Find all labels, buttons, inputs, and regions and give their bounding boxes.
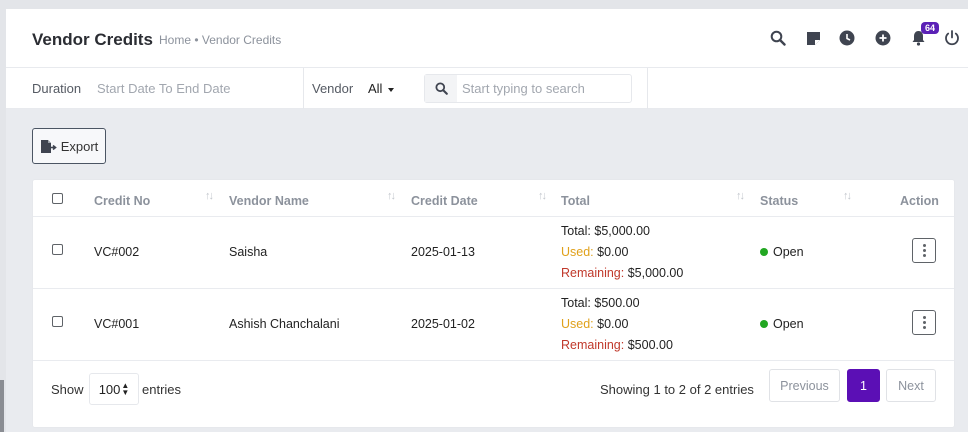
used-value: $0.00 xyxy=(597,317,629,331)
used-label: Used: xyxy=(561,317,594,331)
page-1-button[interactable]: 1 xyxy=(847,369,880,402)
divider xyxy=(33,216,954,217)
vendor-select-value: All xyxy=(368,81,383,96)
credit-date: 2025-01-13 xyxy=(411,245,475,259)
export-button[interactable]: Export xyxy=(32,128,106,164)
top-strip xyxy=(0,0,968,9)
status-badge: Open xyxy=(760,245,804,259)
search-box xyxy=(424,74,632,103)
previous-page-button[interactable]: Previous xyxy=(769,369,840,402)
sort-icon[interactable]: ↑↓ xyxy=(843,190,852,202)
clock-icon[interactable] xyxy=(838,29,856,47)
row-checkbox[interactable] xyxy=(52,244,63,255)
status-text: Open xyxy=(773,245,804,259)
used-label: Used: xyxy=(561,245,594,259)
plus-circle-icon[interactable] xyxy=(874,29,892,47)
duration-label: Duration xyxy=(32,81,82,96)
status-text: Open xyxy=(773,317,804,331)
sort-icon[interactable]: ↑↓ xyxy=(387,190,396,202)
scroll-indicator xyxy=(0,380,4,432)
column-header-credit-date[interactable]: Credit Date xyxy=(411,194,478,208)
remaining-value: $500.00 xyxy=(627,338,673,352)
remaining-label: Remaining: xyxy=(561,338,625,352)
status-dot-icon xyxy=(760,320,768,328)
divider xyxy=(647,68,648,109)
export-file-icon xyxy=(40,139,57,153)
vendor-credits-table: Credit No ↑↓ Vendor Name ↑↓ Credit Date … xyxy=(32,179,955,428)
credit-date: 2025-01-02 xyxy=(411,317,475,331)
credit-no[interactable]: VC#001 xyxy=(94,317,139,331)
remaining-value: $5,000.00 xyxy=(627,266,684,280)
page-header: Vendor Credits Home • Vendor Credits 64 xyxy=(6,9,968,68)
vendor-label: Vendor xyxy=(312,81,354,96)
total-value: $500.00 xyxy=(594,296,640,310)
row-checkbox[interactable] xyxy=(52,316,63,327)
column-header-vendor-name[interactable]: Vendor Name xyxy=(229,194,309,208)
entries-label: entries xyxy=(142,382,182,397)
total-line: Total: $5,000.00 xyxy=(561,224,650,238)
total-value: $5,000.00 xyxy=(594,224,650,238)
vendor-name: Ashish Chanchalani xyxy=(229,317,340,331)
caret-down-icon xyxy=(388,87,395,92)
total-line: Total: $500.00 xyxy=(561,296,640,310)
show-label: Show xyxy=(51,382,84,397)
column-header-credit-no[interactable]: Credit No xyxy=(94,194,150,208)
power-icon[interactable] xyxy=(943,29,961,47)
total-label: Total: xyxy=(561,224,591,238)
row-actions-button[interactable] xyxy=(912,310,936,335)
status-dot-icon xyxy=(760,248,768,256)
column-header-action: Action xyxy=(900,194,939,208)
column-header-total[interactable]: Total xyxy=(561,194,590,208)
select-arrows-icon: ▲ ▼ xyxy=(121,381,130,397)
entries-per-page-select[interactable]: 100 ▲ ▼ xyxy=(89,373,139,405)
status-badge: Open xyxy=(760,317,804,331)
remaining-line: Remaining: $5,000.00 xyxy=(561,266,683,280)
divider xyxy=(33,360,954,361)
vendor-select[interactable]: All xyxy=(368,81,395,96)
sort-icon[interactable]: ↑↓ xyxy=(205,190,214,202)
notification-badge: 64 xyxy=(921,22,940,34)
sort-icon[interactable]: ↑↓ xyxy=(538,190,547,202)
search-icon[interactable] xyxy=(769,29,787,47)
duration-input[interactable]: Start Date To End Date xyxy=(97,81,230,96)
vendor-name: Saisha xyxy=(229,245,268,259)
used-value: $0.00 xyxy=(597,245,629,259)
search-input[interactable] xyxy=(462,81,627,96)
export-label: Export xyxy=(60,138,99,154)
filter-bar: Duration Start Date To End Date Vendor A… xyxy=(6,68,968,109)
divider xyxy=(303,68,304,109)
used-line: Used: $0.00 xyxy=(561,317,628,331)
divider xyxy=(33,288,954,289)
entries-value: 100 xyxy=(98,381,121,397)
page-title: Vendor Credits xyxy=(32,30,153,49)
search-addon-icon xyxy=(425,75,457,102)
used-line: Used: $0.00 xyxy=(561,245,628,259)
select-all-checkbox[interactable] xyxy=(52,193,63,204)
next-page-button[interactable]: Next xyxy=(886,369,936,402)
sort-icon[interactable]: ↑↓ xyxy=(736,190,745,202)
column-header-status[interactable]: Status xyxy=(760,194,798,208)
row-actions-button[interactable] xyxy=(912,238,936,263)
credit-no[interactable]: VC#002 xyxy=(94,245,139,259)
table-info: Showing 1 to 2 of 2 entries xyxy=(600,382,754,397)
breadcrumb[interactable]: Home • Vendor Credits xyxy=(159,33,281,47)
total-label: Total: xyxy=(561,296,591,310)
remaining-line: Remaining: $500.00 xyxy=(561,338,673,352)
note-icon[interactable] xyxy=(804,29,822,47)
remaining-label: Remaining: xyxy=(561,266,625,280)
